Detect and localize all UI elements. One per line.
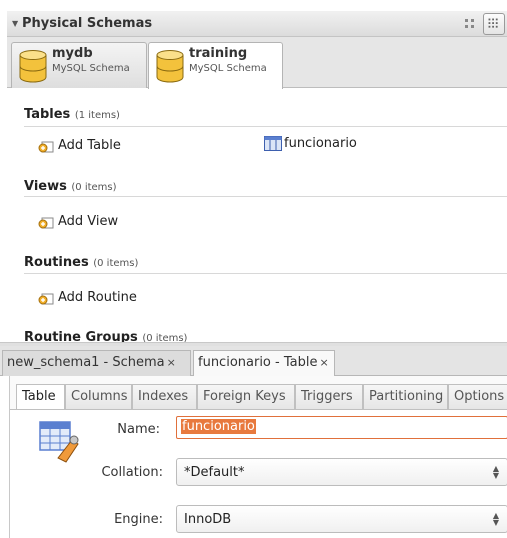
database-icon xyxy=(156,50,184,83)
physical-schemas-title: Physical Schemas xyxy=(22,16,153,31)
routines-divider xyxy=(24,273,507,274)
add-routine-button[interactable]: Add Routine xyxy=(38,289,137,305)
table-edit-icon xyxy=(39,421,79,463)
table-item-label: funcionario xyxy=(284,136,357,151)
name-label: Name: xyxy=(117,422,160,437)
schema-name: training xyxy=(189,46,248,61)
routines-section-title: Routines (0 items) xyxy=(24,255,138,270)
tab-triggers[interactable]: Triggers xyxy=(295,384,363,410)
editor-tabs: new_schema1 - Schema × funcionario - Tabl… xyxy=(0,346,507,377)
tables-title-text: Tables xyxy=(24,107,71,122)
routine-groups-count: (0 items) xyxy=(142,333,188,342)
small-icons-view-icon[interactable] xyxy=(463,17,477,31)
schema-type: MySQL Schema xyxy=(52,63,130,74)
tables-section-title: Tables (1 items) xyxy=(24,107,120,122)
table-editor: Table Columns Indexes Foreign Keys Trigg… xyxy=(9,376,507,538)
schema-tabs: mydb MySQL Schema training MySQL Schema xyxy=(7,37,507,89)
name-input-value: funcionario xyxy=(181,419,256,434)
physical-schemas-header[interactable]: ▼ Physical Schemas xyxy=(7,11,507,37)
views-divider xyxy=(24,196,507,197)
add-item-icon xyxy=(38,141,54,153)
tab-indexes[interactable]: Indexes xyxy=(132,384,197,410)
collation-value: *Default* xyxy=(184,465,245,480)
engine-label: Engine: xyxy=(114,512,163,527)
routine-groups-title-text: Routine Groups xyxy=(24,330,138,342)
schema-name: mydb xyxy=(52,46,93,61)
add-view-button[interactable]: Add View xyxy=(38,213,118,229)
table-item-funcionario[interactable]: funcionario xyxy=(264,136,357,151)
add-routine-label: Add Routine xyxy=(58,289,137,305)
name-input[interactable]: funcionario xyxy=(176,416,507,439)
editor-tab-funcionario[interactable]: funcionario - Table × xyxy=(193,350,335,377)
large-icons-view-button[interactable] xyxy=(483,13,505,35)
tab-foreign-keys[interactable]: Foreign Keys xyxy=(197,384,295,410)
triangle-down-icon[interactable]: ▼ xyxy=(12,19,18,28)
close-icon[interactable]: × xyxy=(319,356,328,369)
routines-title-text: Routines xyxy=(24,255,89,270)
routine-groups-clip: Routine Groups (0 items) xyxy=(0,326,507,342)
add-item-icon xyxy=(38,217,54,229)
engine-select[interactable]: InnoDB ▲ ▼ xyxy=(176,505,507,533)
tab-table[interactable]: Table xyxy=(16,384,65,410)
large-icons-view-icon xyxy=(488,18,498,28)
editor-tab-label: new_schema1 - Schema xyxy=(7,355,165,370)
views-title-text: Views xyxy=(24,179,67,194)
tables-divider xyxy=(24,126,507,127)
tab-columns[interactable]: Columns xyxy=(65,384,132,410)
collation-select[interactable]: *Default* ▲ ▼ xyxy=(176,458,507,486)
add-view-label: Add View xyxy=(58,213,119,229)
editor-tab-new-schema1[interactable]: new_schema1 - Schema × xyxy=(2,350,191,376)
engine-value: InnoDB xyxy=(184,512,232,527)
tables-count: (1 items) xyxy=(74,110,120,121)
chevron-updown-icon: ▲ ▼ xyxy=(492,464,499,480)
tab-options[interactable]: Options xyxy=(448,384,507,410)
views-count: (0 items) xyxy=(71,182,117,193)
editor-tab-label: funcionario - Table xyxy=(198,355,318,370)
add-item-icon xyxy=(38,293,54,305)
table-icon xyxy=(264,136,282,151)
close-icon[interactable]: × xyxy=(167,356,176,369)
routine-groups-section-title: Routine Groups (0 items) xyxy=(24,330,187,342)
chevron-updown-icon: ▲ ▼ xyxy=(492,511,499,527)
views-section-title: Views (0 items) xyxy=(24,179,117,194)
add-table-label: Add Table xyxy=(58,137,121,153)
table-editor-tabs: Table Columns Indexes Foreign Keys Trigg… xyxy=(10,384,507,410)
schema-type: MySQL Schema xyxy=(189,63,267,74)
collation-label: Collation: xyxy=(101,465,163,480)
tab-partitioning[interactable]: Partitioning xyxy=(363,384,448,410)
schema-tab-mydb[interactable]: mydb MySQL Schema xyxy=(11,42,147,88)
routines-count: (0 items) xyxy=(93,258,139,269)
table-editor-body: Name: funcionario Collation: *Default* ▲… xyxy=(10,409,507,538)
add-table-button[interactable]: Add Table xyxy=(38,137,121,153)
database-icon xyxy=(19,50,47,83)
schema-tab-training[interactable]: training MySQL Schema xyxy=(148,42,283,89)
